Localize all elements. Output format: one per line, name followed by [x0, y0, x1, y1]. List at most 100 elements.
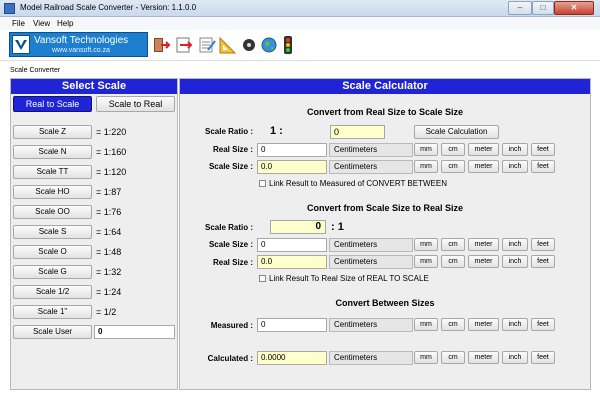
measured-input[interactable]: 0: [257, 318, 327, 332]
scale-to-real-title: Convert from Scale Size to Real Size: [306, 203, 464, 213]
calculated-inch-button[interactable]: inch: [502, 351, 528, 364]
sec1-ratio-input[interactable]: 0: [330, 125, 385, 139]
calculated-output: 0.0000: [257, 351, 327, 365]
sec2-scale-meter-button[interactable]: meter: [468, 238, 499, 251]
sec1-ratio-prefix: 1 :: [270, 125, 283, 137]
calculated-cm-button[interactable]: cm: [441, 351, 465, 364]
title-bar: Model Railroad Scale Converter - Version…: [0, 0, 600, 17]
export-icon[interactable]: [174, 35, 194, 55]
sec1-scale-unit: Centimeters: [329, 160, 413, 174]
ruler-icon[interactable]: [218, 35, 238, 55]
scale-n-button[interactable]: Scale N: [13, 145, 92, 159]
calculated-mm-button[interactable]: mm: [414, 351, 438, 364]
scale-user-input[interactable]: 0: [94, 325, 175, 339]
measured-feet-button[interactable]: feet: [531, 318, 555, 331]
measured-label: Measured :: [210, 321, 253, 330]
scale-g-ratio: = 1:32: [96, 267, 122, 277]
close-button[interactable]: ✕: [554, 1, 594, 15]
sec1-scale-inch-button[interactable]: inch: [502, 160, 528, 173]
scale-to-real-tab[interactable]: Scale to Real: [96, 96, 175, 112]
sec1-real-inch-button[interactable]: inch: [502, 143, 528, 156]
sec2-scale-feet-button[interactable]: feet: [531, 238, 555, 251]
scale-half-button[interactable]: Scale 1/2: [13, 285, 92, 299]
sec2-real-output: 0.0: [257, 255, 327, 269]
checkbox-box[interactable]: [259, 180, 266, 188]
sec2-link-label: Link Result To Real Size of REAL TO SCAL…: [269, 274, 429, 283]
sec2-real-inch-button[interactable]: inch: [502, 255, 528, 268]
sec1-scale-cm-button[interactable]: cm: [441, 160, 465, 173]
calculated-unit: Centimeters: [329, 351, 413, 365]
sec1-scale-output: 0.0: [257, 160, 327, 174]
globe-icon[interactable]: [259, 35, 279, 55]
window-title: Model Railroad Scale Converter - Version…: [20, 3, 197, 12]
sec1-link-label: Link Result to Measured of CONVERT BETWE…: [269, 179, 447, 188]
sec1-real-label: Real Size :: [212, 145, 253, 154]
sec1-real-mm-button[interactable]: mm: [414, 143, 438, 156]
sec1-real-feet-button[interactable]: feet: [531, 143, 555, 156]
sec1-scale-label: Scale Size :: [208, 162, 253, 171]
sec1-link-checkbox[interactable]: Link Result to Measured of CONVERT BETWE…: [259, 179, 447, 188]
calculated-label: Calculated :: [207, 354, 253, 363]
checkbox-box[interactable]: [259, 275, 266, 283]
calculated-feet-button[interactable]: feet: [531, 351, 555, 364]
menu-file[interactable]: File: [12, 19, 25, 28]
sec2-scale-input[interactable]: 0: [257, 238, 327, 252]
scale-z-button[interactable]: Scale Z: [13, 125, 92, 139]
measured-meter-button[interactable]: meter: [468, 318, 499, 331]
sec2-ratio-label: Scale Ratio :: [204, 223, 253, 232]
scale-s-ratio: = 1:64: [96, 227, 122, 237]
sec2-scale-inch-button[interactable]: inch: [502, 238, 528, 251]
scale-tt-ratio: = 1:120: [96, 167, 127, 177]
scale-1-inch-button[interactable]: Scale 1": [13, 305, 92, 319]
measured-mm-button[interactable]: mm: [414, 318, 438, 331]
sec1-scale-meter-button[interactable]: meter: [468, 160, 499, 173]
sec2-scale-label: Scale Size :: [208, 240, 253, 249]
app-icon: [4, 3, 15, 14]
scale-s-button[interactable]: Scale S: [13, 225, 92, 239]
scale-tt-button[interactable]: Scale TT: [13, 165, 92, 179]
sec2-real-label: Real Size :: [212, 258, 253, 267]
sec1-scale-mm-button[interactable]: mm: [414, 160, 438, 173]
scale-calculator-header: Scale Calculator: [180, 79, 590, 94]
notepad-icon[interactable]: [197, 35, 217, 55]
sec1-scale-feet-button[interactable]: feet: [531, 160, 555, 173]
exit-icon[interactable]: [151, 35, 171, 55]
select-scale-header: Select Scale: [11, 79, 177, 94]
sec1-real-input[interactable]: 0: [257, 143, 327, 157]
section-caption: Scale Converter: [10, 67, 61, 74]
menu-help[interactable]: Help: [57, 19, 73, 28]
measured-cm-button[interactable]: cm: [441, 318, 465, 331]
scale-oo-ratio: = 1:76: [96, 207, 122, 217]
minimize-button[interactable]: –: [508, 1, 532, 15]
scale-ho-button[interactable]: Scale HO: [13, 185, 92, 199]
scale-g-button[interactable]: Scale G: [13, 265, 92, 279]
sec2-link-checkbox[interactable]: Link Result To Real Size of REAL TO SCAL…: [259, 274, 429, 283]
sec2-real-cm-button[interactable]: cm: [441, 255, 465, 268]
sec2-real-meter-button[interactable]: meter: [468, 255, 499, 268]
sec2-ratio-input[interactable]: 0: [270, 220, 326, 234]
real-to-scale-tab[interactable]: Real to Scale: [13, 96, 92, 112]
scale-n-ratio: = 1:160: [96, 147, 127, 157]
scale-oo-button[interactable]: Scale OO: [13, 205, 92, 219]
sec2-scale-unit: Centimeters: [329, 238, 413, 252]
sec1-real-meter-button[interactable]: meter: [468, 143, 499, 156]
scale-user-button[interactable]: Scale User: [13, 325, 92, 339]
scale-o-button[interactable]: Scale O: [13, 245, 92, 259]
calculated-meter-button[interactable]: meter: [468, 351, 499, 364]
scale-o-ratio: = 1:48: [96, 247, 122, 257]
sec2-real-mm-button[interactable]: mm: [414, 255, 438, 268]
sec1-real-cm-button[interactable]: cm: [441, 143, 465, 156]
sec2-scale-cm-button[interactable]: cm: [441, 238, 465, 251]
vansoft-logo-mark: [12, 35, 30, 54]
scale-half-ratio: = 1:24: [96, 287, 122, 297]
train-wheel-icon[interactable]: [239, 35, 259, 55]
sec1-real-unit: Centimeters: [329, 143, 413, 157]
sec2-real-feet-button[interactable]: feet: [531, 255, 555, 268]
menu-view[interactable]: View: [33, 19, 50, 28]
maximize-button[interactable]: □: [532, 1, 554, 15]
scale-calculator-panel: [179, 78, 591, 390]
sec2-scale-mm-button[interactable]: mm: [414, 238, 438, 251]
traffic-light-icon[interactable]: [278, 35, 298, 55]
scale-calculation-button[interactable]: Scale Calculation: [414, 125, 499, 139]
measured-inch-button[interactable]: inch: [502, 318, 528, 331]
